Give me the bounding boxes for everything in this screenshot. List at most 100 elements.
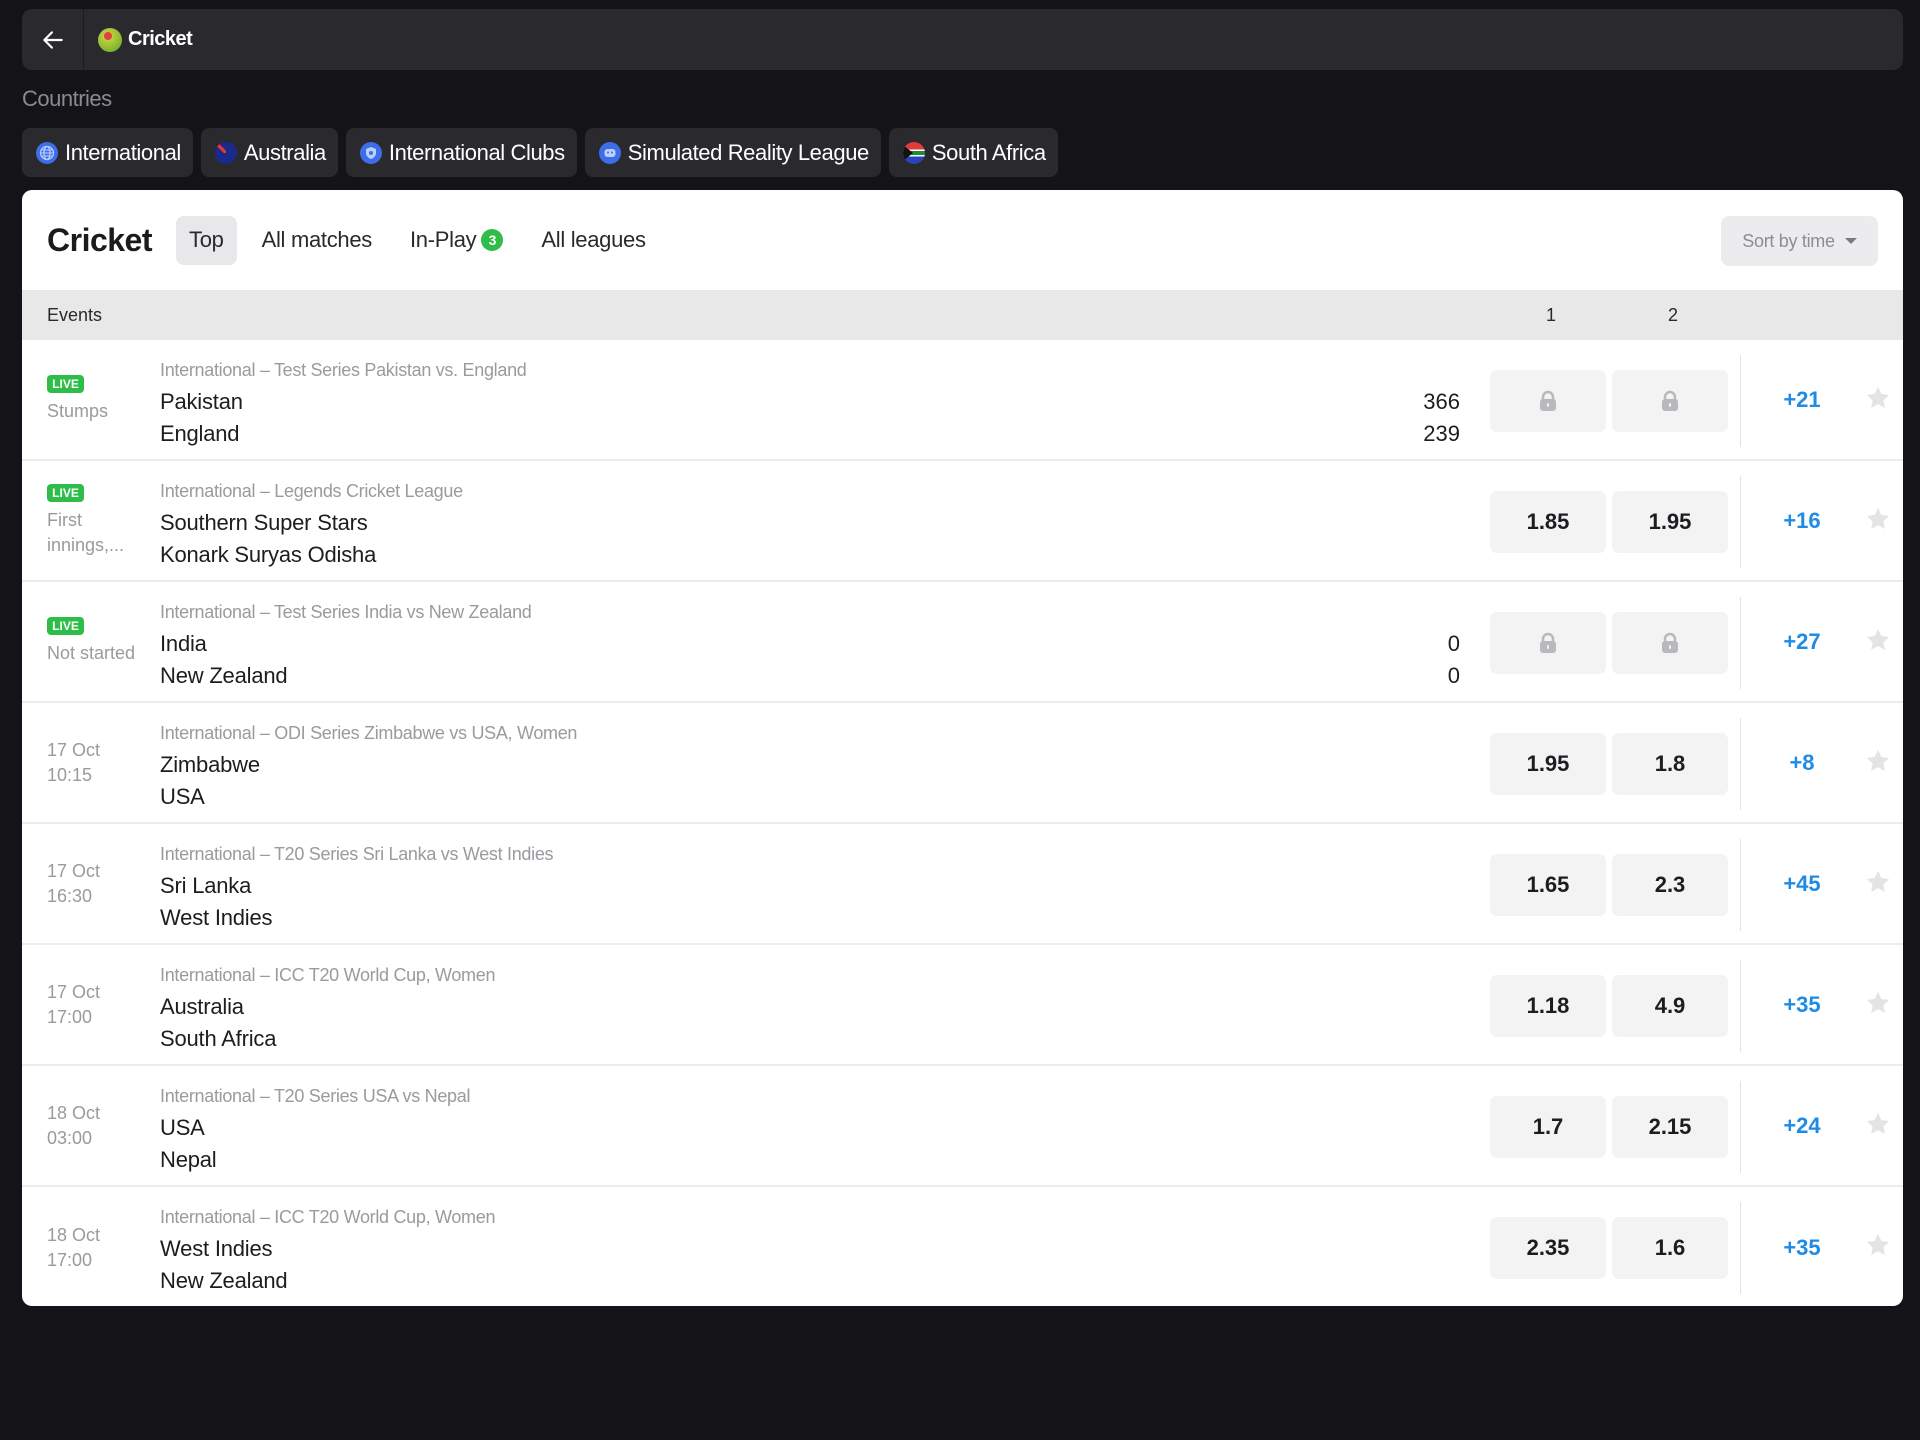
back-button[interactable]: [22, 9, 84, 70]
south-africa-flag-icon: [902, 141, 925, 164]
live-badge: LIVE: [47, 617, 84, 635]
more-markets-link[interactable]: +24: [1752, 1066, 1852, 1185]
event-info: International – T20 Series USA vs Nepal …: [160, 1086, 470, 1176]
event-row[interactable]: LIVE First innings,... International – L…: [22, 461, 1903, 582]
tab-label: All leagues: [541, 227, 646, 252]
odd-button-2[interactable]: 4.9: [1612, 975, 1728, 1037]
league-name: International – Test Series India vs New…: [160, 602, 532, 622]
lock-icon: [1662, 390, 1678, 411]
sort-dropdown[interactable]: Sort by time: [1721, 216, 1878, 266]
team-2: Nepal: [160, 1147, 217, 1172]
chip-international-clubs[interactable]: International Clubs: [345, 128, 577, 177]
tab-in-play[interactable]: In-Play 3: [397, 216, 516, 265]
event-row[interactable]: 18 Oct 17:00 International – ICC T20 Wor…: [22, 1187, 1903, 1306]
events-card: Cricket Top All matches In-Play 3 All lea…: [22, 190, 1903, 1306]
team-2: England: [160, 421, 240, 446]
team-1: Southern Super Stars: [160, 510, 368, 535]
more-markets-link[interactable]: +21: [1752, 340, 1852, 459]
event-info: International – Test Series Pakistan vs.…: [160, 360, 527, 450]
odd-button-2[interactable]: 2.3: [1612, 854, 1728, 916]
tab-label: In-Play: [409, 227, 477, 252]
chip-international[interactable]: International: [22, 128, 193, 177]
more-markets-link[interactable]: +45: [1752, 824, 1852, 943]
event-status: 18 Oct 03:00: [47, 1066, 137, 1185]
divider: [1740, 960, 1741, 1052]
card-title: Cricket: [47, 221, 153, 258]
chip-simulated-reality-league[interactable]: Simulated Reality League: [584, 128, 881, 177]
star-icon[interactable]: [1864, 384, 1892, 412]
event-status: LIVE Stumps: [47, 340, 137, 459]
tab-all-matches[interactable]: All matches: [249, 216, 385, 265]
more-markets-link[interactable]: +8: [1752, 703, 1852, 822]
odd-button-2[interactable]: 1.8: [1612, 733, 1728, 795]
chip-australia[interactable]: Australia: [200, 128, 338, 177]
chip-label: South Africa: [931, 139, 1046, 165]
odd-button-2[interactable]: 1.6: [1612, 1217, 1728, 1279]
league-name: International – Legends Cricket League: [160, 481, 463, 501]
status-text: 18 Oct 03:00: [47, 1102, 101, 1148]
event-info: International – ODI Series Zimbabwe vs U…: [160, 723, 577, 813]
more-markets-link[interactable]: +16: [1752, 461, 1852, 580]
team-2: USA: [160, 784, 205, 809]
event-row[interactable]: LIVE Stumps International – Test Series …: [22, 340, 1903, 461]
chip-label: Australia: [243, 139, 326, 165]
odd-button-1[interactable]: 1.85: [1490, 491, 1606, 553]
sort-label: Sort by time: [1742, 230, 1835, 251]
event-status: LIVE Not started: [47, 582, 137, 701]
star-icon[interactable]: [1864, 1231, 1892, 1259]
status-text: 17 Oct 16:30: [47, 860, 101, 906]
status-text: Stumps: [47, 401, 109, 421]
lock-icon: [1540, 390, 1556, 411]
star-icon[interactable]: [1864, 626, 1892, 654]
card-header: Cricket Top All matches In-Play 3 All lea…: [22, 190, 1903, 290]
event-row[interactable]: 17 Oct 16:30 International – T20 Series …: [22, 824, 1903, 945]
more-markets-link[interactable]: +35: [1752, 1187, 1852, 1306]
event-row[interactable]: 17 Oct 10:15 International – ODI Series …: [22, 703, 1903, 824]
more-markets-link[interactable]: +35: [1752, 945, 1852, 1064]
more-markets-link[interactable]: +27: [1752, 582, 1852, 701]
team-2: South Africa: [160, 1026, 277, 1051]
odd-button-2[interactable]: 1.95: [1612, 491, 1728, 553]
tab-top[interactable]: Top: [176, 215, 237, 265]
star-icon[interactable]: [1864, 989, 1892, 1017]
event-info: International – T20 Series Sri Lanka vs …: [160, 844, 554, 934]
header-col-2: 2: [1667, 304, 1678, 325]
event-status: 18 Oct 17:00: [47, 1187, 137, 1306]
event-row[interactable]: 18 Oct 03:00 International – T20 Series …: [22, 1066, 1903, 1187]
top-bar: Cricket: [22, 9, 1903, 70]
odd-button-1[interactable]: 1.65: [1490, 854, 1606, 916]
odd-button-2[interactable]: 2.15: [1612, 1096, 1728, 1158]
globe-icon: [36, 141, 58, 164]
odd-button-2: [1612, 612, 1728, 674]
star-icon[interactable]: [1864, 505, 1892, 533]
divider: [1740, 597, 1741, 689]
event-status: LIVE First innings,...: [47, 461, 137, 580]
team-1: Sri Lanka: [160, 873, 252, 898]
status-text: Not started: [47, 643, 136, 663]
odd-button-1[interactable]: 2.35: [1490, 1217, 1606, 1279]
odd-button-1[interactable]: 1.95: [1490, 733, 1606, 795]
star-icon[interactable]: [1864, 1110, 1892, 1138]
chip-south-africa[interactable]: South Africa: [888, 128, 1058, 177]
league-name: International – ODI Series Zimbabwe vs U…: [160, 723, 578, 743]
odd-button-1[interactable]: 1.18: [1490, 975, 1606, 1037]
event-status: 17 Oct 17:00: [47, 945, 137, 1064]
event-info: International – Legends Cricket League S…: [160, 481, 463, 571]
divider: [1740, 718, 1741, 810]
odd-button-1[interactable]: 1.7: [1490, 1096, 1606, 1158]
score-1: 0: [1447, 631, 1460, 656]
star-icon[interactable]: [1864, 868, 1892, 896]
divider: [1740, 355, 1741, 447]
team-1: India: [160, 631, 207, 656]
star-icon[interactable]: [1864, 747, 1892, 775]
league-name: International – ICC T20 World Cup, Women: [160, 1207, 496, 1227]
divider: [1740, 476, 1741, 568]
event-row[interactable]: 17 Oct 17:00 International – ICC T20 Wor…: [22, 945, 1903, 1066]
tab-label: All matches: [261, 227, 373, 252]
tab-all-leagues[interactable]: All leagues: [528, 216, 658, 265]
divider: [1740, 1202, 1741, 1294]
team-2: Konark Suryas Odisha: [160, 542, 377, 567]
event-row[interactable]: LIVE Not started International – Test Se…: [22, 582, 1903, 703]
league-name: International – ICC T20 World Cup, Women: [160, 965, 496, 985]
status-text: 17 Oct 17:00: [47, 981, 101, 1027]
